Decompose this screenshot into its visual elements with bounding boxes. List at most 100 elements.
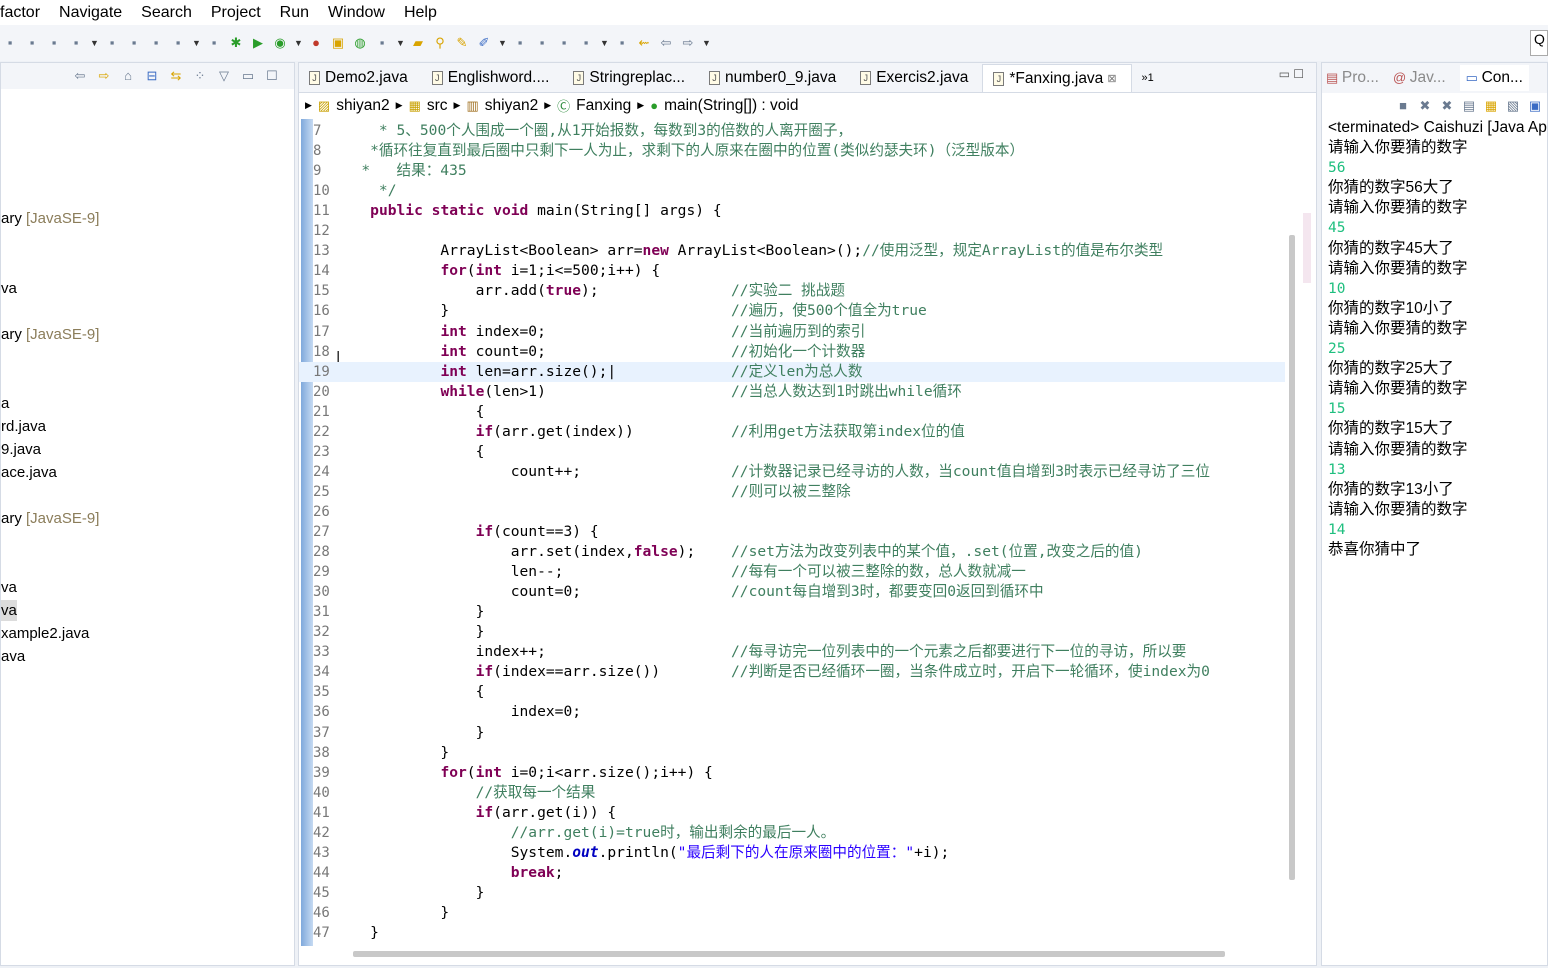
tab-stringreplac[interactable]: J Stringreplac...	[563, 64, 699, 92]
editor-minimize-icon[interactable]: ▭ ☐	[1279, 67, 1304, 81]
chevron-right-icon[interactable]: ▶	[637, 100, 644, 111]
tab-exercis2java[interactable]: J Exercis2.java	[850, 64, 982, 92]
dropdown-arrow-icon[interactable]: ▼	[396, 35, 405, 51]
quick-access-search[interactable]: Q	[1530, 30, 1548, 56]
open-folder-icon[interactable]: ▰	[410, 35, 426, 51]
clear-console-icon[interactable]: ▤	[1461, 98, 1477, 114]
build-icon[interactable]: ▪	[206, 35, 222, 51]
tree-item[interactable]: rd.java	[1, 416, 46, 437]
back-icon[interactable]: ⇦	[658, 35, 674, 51]
forward-icon[interactable]: ⇨	[680, 35, 696, 51]
word-wrap-icon[interactable]: ▧	[1505, 98, 1521, 114]
debug-icon[interactable]: ✱	[228, 35, 244, 51]
menu-navigate[interactable]: Navigate	[59, 4, 122, 22]
link-editor-icon[interactable]: ⇆	[168, 68, 184, 84]
remove-launch-icon[interactable]: ✖	[1417, 98, 1433, 114]
tab-demo2java[interactable]: J Demo2.java	[299, 64, 422, 92]
tab-overflow[interactable]: »1	[1132, 64, 1168, 92]
dropdown-arrow-icon[interactable]: ▼	[498, 35, 507, 51]
suspend-icon[interactable]: ▪	[24, 35, 40, 51]
chevron-right-icon[interactable]: ▶	[396, 100, 403, 111]
tree-item[interactable]: 9.java	[1, 439, 41, 460]
step-over-icon[interactable]: ▪	[126, 35, 142, 51]
dropdown-arrow-icon[interactable]: ▼	[294, 35, 303, 51]
minimize-icon[interactable]: ▭	[240, 68, 256, 84]
terminate-icon[interactable]: ▪	[46, 35, 62, 51]
run-icon[interactable]: ▶	[250, 35, 266, 51]
display-console-icon[interactable]: ▣	[1527, 98, 1543, 114]
breadcrumb-item[interactable]: src	[427, 97, 448, 115]
new-class-icon[interactable]: ◍	[352, 35, 368, 51]
toggle-icon[interactable]: ▪	[170, 35, 186, 51]
maximize-icon[interactable]: ☐	[264, 68, 280, 84]
step-return-icon[interactable]: ▪	[148, 35, 164, 51]
scroll-lock-icon[interactable]: ▦	[1483, 98, 1499, 114]
menu-window[interactable]: Window	[328, 4, 385, 22]
vertical-scrollbar[interactable]	[1289, 235, 1295, 880]
tab-console[interactable]: ▭ Con...	[1459, 65, 1529, 91]
chevron-right-icon[interactable]: ▶	[454, 100, 461, 111]
breadcrumb-method-icon: ●	[650, 98, 659, 113]
prev-annotation-icon[interactable]: ▪	[614, 35, 630, 51]
search-icon[interactable]: ⚲	[432, 35, 448, 51]
mark-occurrences-icon[interactable]: ✎	[454, 35, 470, 51]
menu-project[interactable]: Project	[211, 4, 261, 22]
tree-item[interactable]: xample2.java	[1, 623, 89, 644]
breadcrumb-item[interactable]: shiyan2	[336, 97, 389, 115]
whitespace-icon[interactable]: ▪	[534, 35, 550, 51]
dropdown-arrow-icon[interactable]: ▼	[600, 35, 609, 51]
home-icon[interactable]: ⌂	[120, 68, 136, 84]
menu-help[interactable]: Help	[404, 4, 437, 22]
tab-javadoc[interactable]: @ Jav...	[1393, 69, 1446, 87]
external-tools-icon[interactable]: ●	[308, 35, 324, 51]
forward-icon[interactable]: ⇨	[96, 68, 112, 84]
dropdown-arrow-icon[interactable]: ▼	[90, 35, 99, 51]
menu-search[interactable]: Search	[141, 4, 192, 22]
terminate-icon[interactable]: ■	[1395, 98, 1411, 114]
pilcrow-icon[interactable]: ▪	[556, 35, 572, 51]
tab-fanxingjava[interactable]: J *Fanxing.java ⊠	[982, 64, 1132, 92]
tree-item[interactable]: a	[1, 393, 9, 414]
code-area[interactable]: 7 * 5、500个人围成一个圈,从1开始报数，每数到3的倍数的人离开圈子， 8 …	[299, 119, 1285, 946]
dropdown-arrow-icon[interactable]: ▼	[192, 35, 201, 51]
tree-item[interactable]: ace.java	[1, 462, 57, 483]
highlight-icon[interactable]: ✐	[476, 35, 492, 51]
tree-item[interactable]: ary [JavaSE-9]	[1, 324, 99, 345]
coverage-icon[interactable]: ◉	[272, 35, 288, 51]
remove-all-icon[interactable]: ✖	[1439, 98, 1455, 114]
step-into-icon[interactable]: ▪	[104, 35, 120, 51]
dropdown-arrow-icon[interactable]: ▼	[702, 35, 711, 51]
close-icon[interactable]: ⊠	[1107, 72, 1116, 85]
inline-comment: //初始化一个计数器	[731, 342, 866, 360]
view-menu-icon[interactable]: ▽	[216, 68, 232, 84]
breadcrumb-item[interactable]: shiyan2	[485, 97, 538, 115]
tab-englishword[interactable]: J Englishword....	[422, 64, 564, 92]
tree-item[interactable]: ary [JavaSE-9]	[1, 208, 99, 229]
chevron-right-icon[interactable]: ▶	[544, 100, 551, 111]
horizontal-scrollbar[interactable]	[353, 951, 1225, 957]
tab-number09java[interactable]: Jnumber0_9.java	[699, 64, 850, 92]
tree-item[interactable]: va	[1, 278, 17, 299]
block-select-icon[interactable]: ▪	[512, 35, 528, 51]
collapse-all-icon[interactable]: ⊟	[144, 68, 160, 84]
next-annotation-icon[interactable]: ▪	[578, 35, 594, 51]
filter-icon[interactable]: ⁘	[192, 68, 208, 84]
menu-run[interactable]: Run	[280, 4, 309, 22]
skip-icon[interactable]: ▪	[2, 35, 18, 51]
menu-factor[interactable]: factor	[0, 4, 40, 22]
breadcrumb-source-folder-icon: ▦	[408, 97, 421, 113]
tab-problems[interactable]: ▤ Pro...	[1326, 69, 1379, 87]
open-type-icon[interactable]: ▪	[374, 35, 390, 51]
breadcrumb-item[interactable]: main(String[]) : void	[664, 97, 798, 115]
chevron-right-icon[interactable]: ▶	[305, 100, 312, 111]
tree-item[interactable]: va	[1, 577, 17, 598]
breadcrumb-item[interactable]: Fanxing	[576, 97, 631, 115]
disconnect-icon[interactable]: ▪	[68, 35, 84, 51]
tree-item[interactable]: ava	[1, 646, 25, 667]
new-package-icon[interactable]: ▣	[330, 35, 346, 51]
back-icon[interactable]: ⇦	[72, 68, 88, 84]
last-edit-icon[interactable]: ⇜	[636, 35, 652, 51]
tree-item[interactable]: ary [JavaSE-9]	[1, 508, 99, 529]
tree-item[interactable]: va	[1, 600, 17, 621]
code-token: count=0;	[466, 342, 546, 360]
